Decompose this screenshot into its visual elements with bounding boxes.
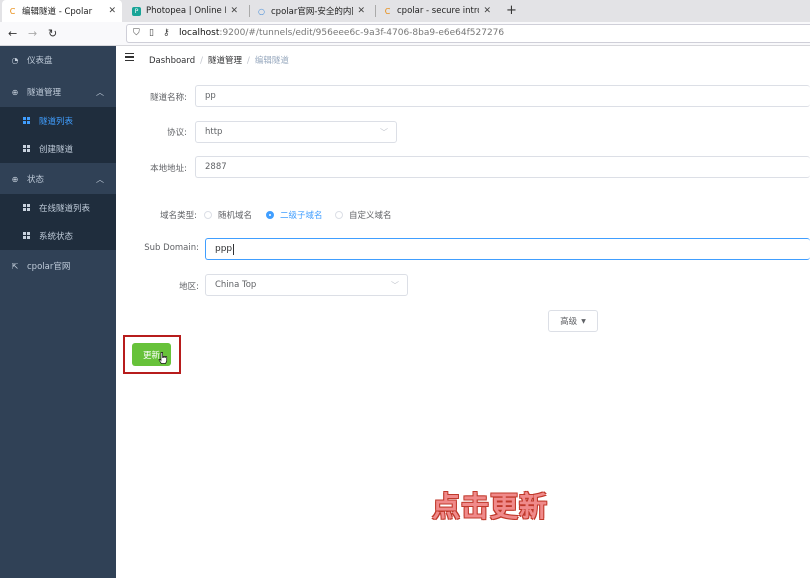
tab-title: cpolar官网-安全的内网穿 [271,7,353,17]
chevron-up-icon: ︿ [96,87,104,97]
sidebar-item-label: cpolar官网 [27,262,71,272]
chevron-down-icon: ﹀ [391,281,399,290]
dashboard-icon: ◔ [11,55,19,65]
radio-custom-domain[interactable]: 自定义域名 [335,209,392,221]
tab-edit-tunnel[interactable]: C 编辑隧道 - Cpolar ✕ [2,0,122,22]
url-text: localhost:9200/#/tunnels/edit/956eee6c-9… [179,28,505,38]
sidebar-item-label: 在线隧道列表 [39,204,91,214]
local-address-input[interactable]: 2887 [195,156,810,178]
subdomain-label: Sub Domain: [144,243,199,253]
tab-photopea[interactable]: P Photopea | Online Photo ✕ [126,0,244,22]
tab-separator [249,5,250,17]
chevron-down-icon: ﹀ [380,128,388,137]
local-address-label: 本地地址: [150,164,187,174]
sidebar-item-label: 系统状态 [39,232,74,242]
radio-circle-icon [204,211,212,219]
sidebar-item-label: 创建隧道 [39,145,74,155]
close-icon[interactable]: ✕ [230,6,238,16]
sidebar-item-online-tunnels[interactable]: 在线隧道列表 [0,194,116,222]
cpolar-icon: C [9,6,16,16]
forward-arrow-icon[interactable]: → [28,27,37,40]
sidebar-item-tunnel-manage[interactable]: ⊕ 隧道管理 ︿ [0,78,116,106]
region-select[interactable]: China Top ﹀ [205,274,408,296]
page-icon[interactable]: ▯ [149,28,154,38]
shield-icon[interactable]: ⛉ [133,28,140,38]
region-value: China Top [215,280,257,290]
key-icon[interactable]: ⚷ [163,28,170,38]
sidebar-item-label: 仪表盘 [27,56,53,66]
radio-checked-icon [266,211,274,219]
sidebar-item-cpolar-site[interactable]: ⇱ cpolar官网 [0,252,116,280]
tab-separator [375,5,376,17]
cpolar-icon: C [384,6,391,16]
subdomain-value: ppp [215,244,233,254]
radio-label: 随机域名 [218,211,253,221]
advanced-label: 高级 [560,317,578,327]
breadcrumb-separator: / [247,56,250,66]
tab-title: cpolar - secure introspect [397,6,479,16]
subdomain-input[interactable]: ppp [205,238,810,260]
tab-cpolar-site[interactable]: ○ cpolar官网-安全的内网穿 ✕ [251,0,371,22]
search-icon: ○ [258,6,265,16]
domain-type-label: 域名类型: [160,211,197,221]
breadcrumb: Dashboard / 隧道管理 / 编辑隧道 [149,54,289,66]
sidebar-item-create-tunnel[interactable]: 创建隧道 [0,135,116,163]
breadcrumb-current: 编辑隧道 [254,56,289,66]
photopea-icon: P [132,6,141,16]
caret-down-icon: ▼ [581,317,586,325]
tunnel-name-input[interactable]: pp [195,85,810,107]
sidebar-item-label: 状态 [27,175,45,185]
breadcrumb-section[interactable]: 隧道管理 [208,56,242,66]
grid-icon [20,116,32,126]
hamburger-icon[interactable] [125,53,134,61]
tunnel-name-value: pp [205,91,216,101]
plus-circle-icon: ⊕ [11,87,19,97]
grid-icon [20,231,32,241]
breadcrumb-separator: / [200,56,203,66]
sidebar: ◔ 仪表盘 ⊕ 隧道管理 ︿ 隧道列表 创建隧道 ⊕ 状态 ︿ 在线隧道列表 系… [0,46,116,578]
grid-icon [20,144,32,154]
radio-subdomain[interactable]: 二级子域名 [266,209,323,221]
region-label: 地区: [179,282,199,292]
tab-title: 编辑隧道 - Cpolar [22,7,93,17]
reload-icon[interactable]: ↻ [48,27,57,40]
tab-cpolar-secure[interactable]: C cpolar - secure introspect ✕ [377,0,497,22]
hand-cursor-icon [158,352,168,364]
local-address-value: 2887 [205,162,227,172]
sidebar-item-status[interactable]: ⊕ 状态 ︿ [0,165,116,193]
tab-title: Photopea | Online Photo [146,6,226,16]
tunnel-name-label: 隧道名称: [150,93,187,103]
plus-circle-icon: ⊕ [11,174,19,184]
new-tab-button[interactable]: + [506,3,517,18]
protocol-select[interactable]: http ﹀ [195,121,397,143]
sidebar-item-label: 隧道列表 [39,117,74,127]
chevron-up-icon: ︿ [96,174,104,184]
sidebar-item-dashboard[interactable]: ◔ 仪表盘 [0,46,116,74]
advanced-button[interactable]: 高级 ▼ [548,310,598,332]
external-link-icon: ⇱ [11,261,19,271]
close-icon[interactable]: ✕ [357,6,365,16]
address-field[interactable]: ⛉ ▯ ⚷ localhost:9200/#/tunnels/edit/956e… [126,24,810,43]
breadcrumb-home[interactable]: Dashboard [149,56,195,66]
radio-random-domain[interactable]: 随机域名 [204,209,252,221]
sidebar-item-label: 隧道管理 [27,88,62,98]
browser-tab-bar: C 编辑隧道 - Cpolar ✕ P Photopea | Online Ph… [0,0,810,22]
text-caret [233,243,235,255]
browser-url-bar: ← → ↻ ⛉ ▯ ⚷ localhost:9200/#/tunnels/edi… [0,22,810,46]
radio-label: 二级子域名 [280,211,323,221]
protocol-value: http [205,127,223,137]
radio-circle-icon [335,211,343,219]
sidebar-item-system-status[interactable]: 系统状态 [0,222,116,250]
radio-label: 自定义域名 [349,211,392,221]
annotation-text: 点击更新 [432,490,549,523]
protocol-label: 协议: [167,128,187,138]
close-icon[interactable]: ✕ [108,6,116,16]
close-icon[interactable]: ✕ [483,6,491,16]
back-arrow-icon[interactable]: ← [8,27,17,40]
grid-icon [20,203,32,213]
sidebar-item-tunnel-list[interactable]: 隧道列表 [0,107,116,135]
